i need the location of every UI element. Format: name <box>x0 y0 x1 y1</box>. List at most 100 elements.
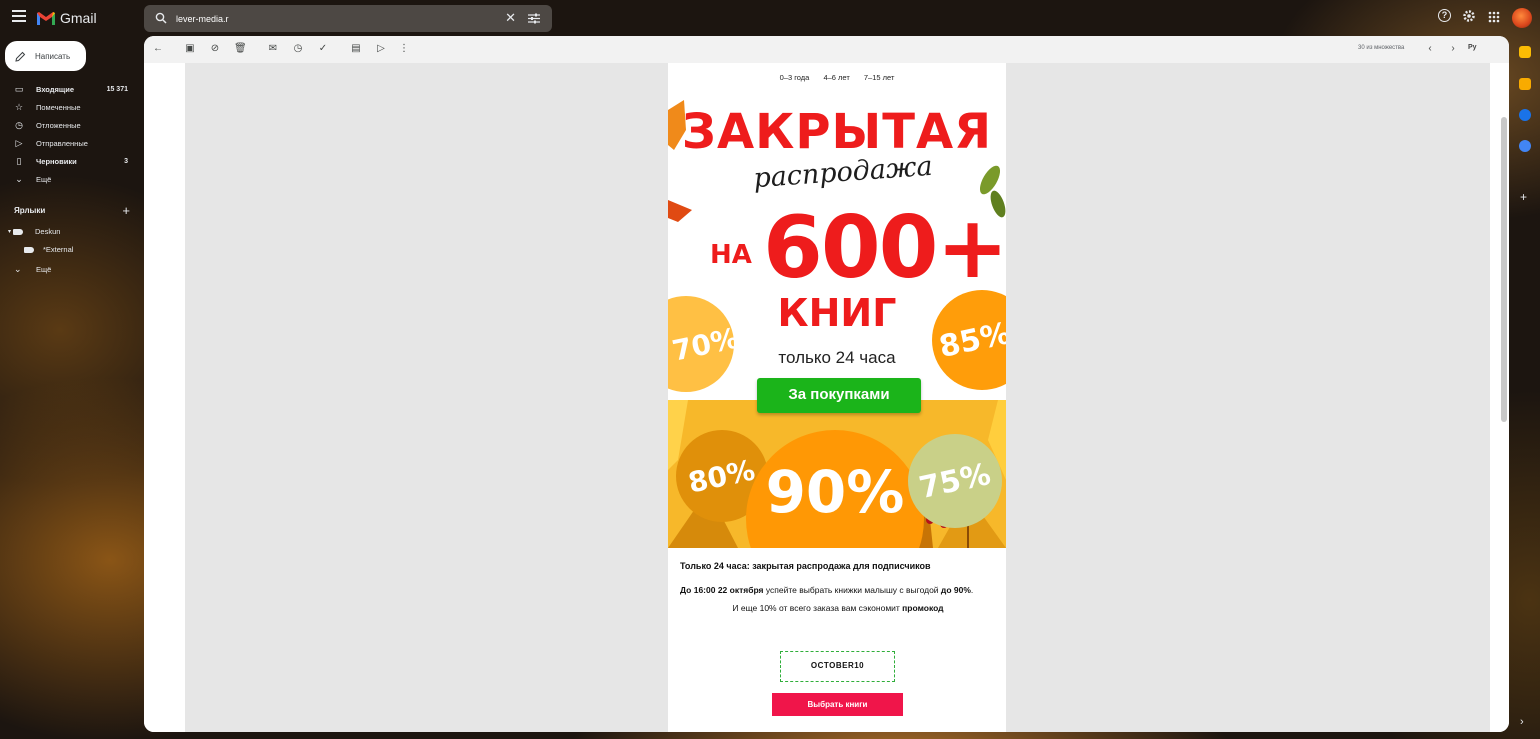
labels-heading: Ярлыки + <box>14 203 130 218</box>
sidebar-item-label: Черновики <box>36 156 77 166</box>
clear-search-icon[interactable]: ✕ <box>505 11 516 25</box>
label-tag-icon <box>24 246 34 253</box>
back-arrow-icon[interactable]: ← <box>152 43 164 55</box>
sidebar-item-label: Отправленные <box>36 138 88 148</box>
discount-highlight: до 90% <box>940 585 971 595</box>
mark-unread-icon[interactable]: ✉ <box>267 43 279 55</box>
settings-gear-icon[interactable] <box>1462 9 1476 23</box>
prev-page-icon[interactable]: ‹ <box>1424 43 1436 55</box>
show-side-panel-icon[interactable]: › <box>1520 716 1524 728</box>
account-avatar[interactable] <box>1512 8 1532 28</box>
age-link[interactable]: 4–6 лет <box>823 73 849 82</box>
sidebar-nav: ▭ Входящие 15 371 ☆ Помеченные ◷ Отложен… <box>0 80 140 188</box>
sidebar-item-starred[interactable]: ☆ Помеченные <box>0 98 140 116</box>
paragraph-end: . <box>970 585 974 595</box>
email-text-block: Только 24 часа: закрытая распродажа для … <box>680 558 996 616</box>
banner-na: НА <box>710 240 752 270</box>
send-icon: ▷ <box>15 137 23 148</box>
scrollbar[interactable] <box>1501 117 1507 422</box>
next-page-icon[interactable]: › <box>1447 43 1459 55</box>
sidebar-item-label: Ещё <box>36 174 52 184</box>
red-leaf-icon <box>668 200 692 222</box>
snooze-icon[interactable]: ◷ <box>292 43 304 55</box>
gmail-m-icon <box>37 11 55 25</box>
search-options-icon[interactable] <box>528 13 540 24</box>
contacts-icon[interactable] <box>1519 140 1531 152</box>
age-link[interactable]: 7–15 лет <box>864 73 895 82</box>
sidebar-item-label: Входящие <box>36 84 75 94</box>
label-name: *External <box>43 245 74 254</box>
promo-banner[interactable]: ЗАКРЫТАЯ распродажа НА 600+ КНИГ только … <box>668 100 1006 548</box>
move-to-icon[interactable]: ▤ <box>350 43 362 55</box>
apps-grid-icon[interactable] <box>1488 11 1500 23</box>
pagination-text: 30 из множества <box>1358 45 1405 51</box>
age-nav: 0–3 года 4–6 лет 7–15 лет <box>668 73 1006 82</box>
drafts-count: 3 <box>124 157 128 165</box>
discount-text: 85% <box>936 315 1006 365</box>
archive-icon[interactable]: ▣ <box>184 43 196 55</box>
paragraph-text: И еще 10% от всего заказа вам сэкономит <box>732 603 903 613</box>
chevron-down-icon: ⌄ <box>15 173 23 184</box>
banner-count: 600+ <box>763 198 1006 298</box>
sidebar-item-inbox[interactable]: ▭ Входящие 15 371 <box>0 80 140 98</box>
paragraph-text: успейте выбрать книжки малышу с выгодой <box>763 585 941 595</box>
star-icon: ☆ <box>14 101 24 112</box>
message-content: 0–3 года 4–6 лет 7–15 лет ЗАКРЫТАЯ распр… <box>144 63 1509 732</box>
discount-text: 75% <box>916 456 994 506</box>
search-bar[interactable]: ✕ <box>144 5 552 32</box>
delete-icon[interactable]: 🗑 <box>234 43 247 55</box>
sidebar-item-label: Помеченные <box>36 102 81 112</box>
email-paragraph-1: До 16:00 22 октября успейте выбрать книж… <box>680 582 996 598</box>
input-language-button[interactable]: Ру <box>1468 44 1477 51</box>
chevron-down-icon: ⌄ <box>14 264 22 274</box>
clock-icon: ◷ <box>15 119 23 130</box>
draft-icon: ▯ <box>16 155 22 166</box>
compose-button[interactable]: Написать <box>5 41 86 71</box>
label-tag-icon <box>13 228 24 235</box>
top-bar: Gmail ✕ ? <box>0 0 1540 36</box>
promo-word: промокод <box>902 603 944 613</box>
promo-code-box[interactable]: OCTOBER10 <box>780 651 895 682</box>
search-input[interactable] <box>176 9 496 28</box>
gmail-logo-text: Gmail <box>60 10 97 26</box>
search-icon[interactable] <box>155 12 167 24</box>
choose-books-button[interactable]: Выбрать книги <box>772 693 903 716</box>
tasks-icon[interactable] <box>1519 109 1531 121</box>
add-task-icon[interactable]: ✓ <box>317 43 329 55</box>
message-toolbar: ← ▣ ⊘ 🗑 ✉ ◷ ✓ ▤ ▷ ⋮ 30 из множества ‹ › … <box>144 36 1509 63</box>
gmail-logo[interactable]: Gmail <box>36 9 97 27</box>
label-item-deskun[interactable]: ▾ Deskun <box>8 227 60 236</box>
more-options-icon[interactable]: ⋮ <box>398 43 410 55</box>
sidebar-item-snoozed[interactable]: ◷ Отложенные <box>0 116 140 134</box>
deadline-text: До 16:00 22 октября <box>680 585 764 595</box>
shop-button[interactable]: За покупками <box>757 378 921 413</box>
get-addons-icon[interactable]: + <box>1520 190 1527 204</box>
discount-text: 80% <box>685 452 759 500</box>
sidebar-item-sent[interactable]: ▷ Отправленные <box>0 134 140 152</box>
discount-text: 90% <box>765 458 905 526</box>
sidebar-item-drafts[interactable]: ▯ Черновики 3 <box>0 152 140 170</box>
sidebar-item-more[interactable]: ⌄ Ещё <box>0 170 140 188</box>
pencil-icon <box>15 51 26 62</box>
label-name: Deskun <box>35 227 61 236</box>
email-paragraph-2: И еще 10% от всего заказа вам сэкономит … <box>680 600 996 616</box>
expand-arrow-icon[interactable]: ▾ <box>8 228 11 235</box>
label-item-external[interactable]: *External <box>24 245 73 254</box>
label-icon[interactable]: ▷ <box>375 43 387 55</box>
report-spam-icon[interactable]: ⊘ <box>209 43 221 55</box>
email-headline: Только 24 часа: закрытая распродажа для … <box>680 561 931 571</box>
inbox-icon: ▭ <box>14 83 24 94</box>
calendar-icon[interactable] <box>1519 46 1531 58</box>
labels-heading-text: Ярлыки <box>14 206 46 215</box>
message-panel: ← ▣ ⊘ 🗑 ✉ ◷ ✓ ▤ ▷ ⋮ 30 из множества ‹ › … <box>144 36 1509 732</box>
help-icon[interactable]: ? <box>1438 9 1451 22</box>
keep-icon[interactable] <box>1519 78 1531 90</box>
sidebar-item-label: Отложенные <box>36 120 81 130</box>
age-link[interactable]: 0–3 года <box>780 73 810 82</box>
unread-count: 15 371 <box>106 85 128 93</box>
add-label-icon[interactable]: + <box>122 203 130 218</box>
compose-label: Написать <box>35 51 71 61</box>
main-menu-icon[interactable] <box>12 10 26 22</box>
label-item-more[interactable]: ⌄ Ещё <box>14 264 51 275</box>
discount-badge-75: 75% <box>908 434 1002 528</box>
